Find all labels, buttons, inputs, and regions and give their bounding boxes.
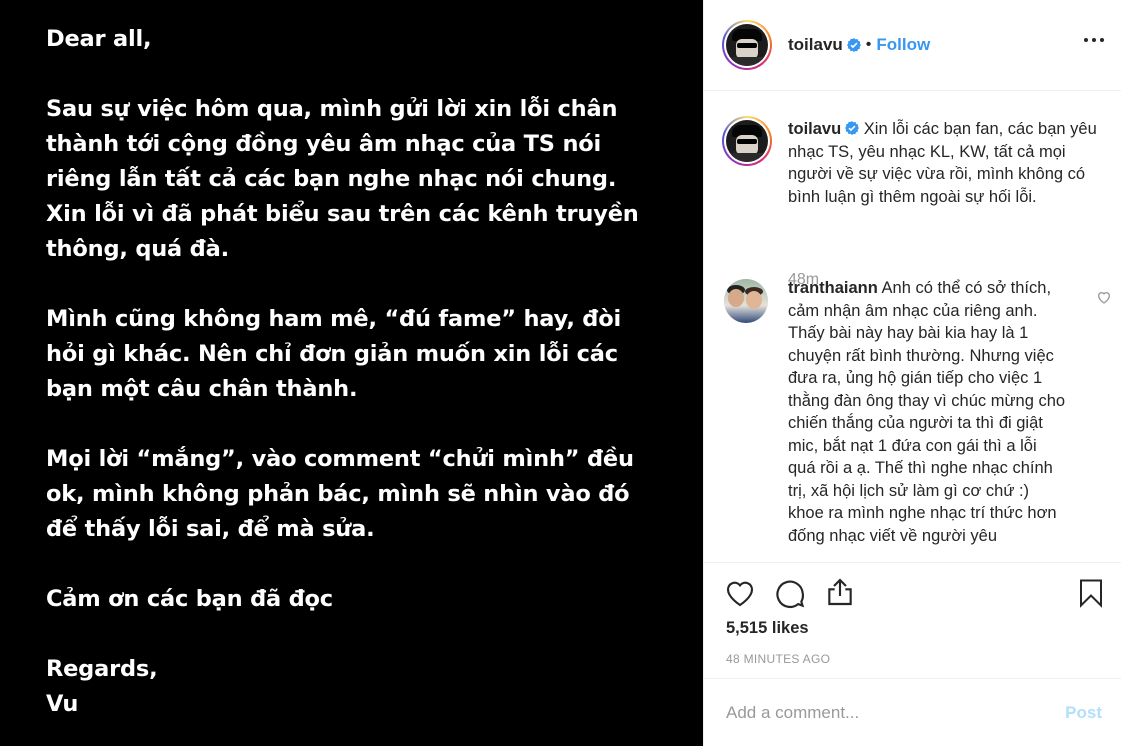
post-timestamp[interactable]: 48 MINUTES AGO bbox=[726, 652, 830, 666]
post-comment-button[interactable]: Post bbox=[1065, 703, 1102, 723]
post-header: toilavu • Follow bbox=[704, 0, 1121, 91]
verified-badge-icon bbox=[845, 121, 860, 135]
save-bookmark-icon[interactable] bbox=[1076, 577, 1106, 609]
add-comment-input[interactable] bbox=[726, 703, 1066, 723]
post-side-panel: toilavu • Follow toilavu Xin lỗi các bạn… bbox=[703, 0, 1121, 746]
share-icon[interactable] bbox=[824, 576, 856, 608]
post-text-thanks: Cảm ơn các bạn đã đọc bbox=[46, 586, 333, 612]
post-actions-area: 5,515 likes 48 MINUTES AGO bbox=[704, 562, 1121, 679]
post-image[interactable]: Dear all, Sau sự việc hôm qua, mình gửi … bbox=[0, 0, 703, 746]
follow-button[interactable]: Follow bbox=[876, 35, 930, 55]
post-text-signoff: Regards, Vu bbox=[46, 656, 158, 717]
post-text-apology: Sau sự việc hôm qua, mình gửi lời xin lỗ… bbox=[46, 96, 639, 262]
comment-bubble-icon[interactable] bbox=[774, 577, 806, 609]
caption-text-block: toilavu Xin lỗi các bạn fan, các bạn yêu… bbox=[788, 118, 1110, 208]
post-text-comments: Mọi lời “mắng”, vào comment “chửi mình” … bbox=[46, 446, 634, 542]
author-avatar[interactable] bbox=[722, 20, 772, 70]
like-comment-heart-icon[interactable] bbox=[1096, 289, 1112, 305]
comment-body: Anh có thể có sở thích, cảm nhận âm nhạc… bbox=[788, 279, 1066, 545]
post-text-greeting: Dear all, bbox=[46, 26, 152, 52]
like-heart-icon[interactable] bbox=[724, 577, 756, 609]
comments-list[interactable]: toilavu Xin lỗi các bạn fan, các bạn yêu… bbox=[704, 92, 1121, 562]
commenter-avatar[interactable] bbox=[724, 279, 768, 323]
header-separator: • bbox=[865, 36, 872, 53]
more-options-icon[interactable] bbox=[1084, 38, 1104, 42]
author-username[interactable]: toilavu bbox=[788, 35, 843, 55]
caption-author-avatar[interactable] bbox=[722, 116, 772, 166]
comment-text-block: tranthaiann Anh có thể có sở thích, cảm … bbox=[788, 277, 1068, 547]
commenter-username[interactable]: tranthaiann bbox=[788, 279, 878, 297]
caption-username[interactable]: toilavu bbox=[788, 120, 841, 138]
post-text-fame: Mình cũng không ham mê, “đú fame” hay, đ… bbox=[46, 306, 621, 402]
likes-count[interactable]: 5,515 likes bbox=[726, 619, 809, 638]
verified-badge-icon bbox=[846, 38, 861, 52]
add-comment-bar: Post bbox=[704, 680, 1121, 746]
